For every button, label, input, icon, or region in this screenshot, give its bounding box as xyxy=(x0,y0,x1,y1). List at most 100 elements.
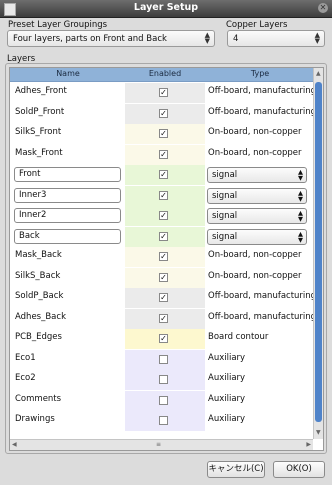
layer-type-value: signal xyxy=(212,170,238,180)
layer-type: Off-board, manufacturing xyxy=(208,311,317,322)
ok-button[interactable]: OK(O) xyxy=(273,461,325,478)
copper-layers-select[interactable]: 4 ▲ ▼ xyxy=(227,30,325,47)
preset-select[interactable]: Four layers, parts on Front and Back ▲ ▼ xyxy=(7,30,215,47)
scroll-thumb[interactable] xyxy=(315,82,322,422)
enabled-cell: ✓ xyxy=(125,267,205,288)
scroll-left-icon[interactable]: ◀ xyxy=(12,441,17,448)
layer-type-select[interactable]: signal ▲ ▼ xyxy=(207,167,307,183)
window-title: Layer Setup xyxy=(133,2,199,13)
enabled-cell: ✓ xyxy=(125,226,205,247)
enabled-cell: ✓ xyxy=(125,144,205,165)
enabled-checkbox[interactable] xyxy=(159,354,168,364)
chevron-up-down-icon: ▲ ▼ xyxy=(298,188,303,203)
table-row: Adhes_Front ✓ Off-board, manufacturing xyxy=(10,83,317,103)
layer-type: Auxiliary xyxy=(208,352,246,363)
layer-type: Auxiliary xyxy=(208,414,246,424)
table-row: SoldP_Front ✓ Off-board, manufacturing xyxy=(10,103,317,124)
enabled-cell: ✓ xyxy=(125,329,205,349)
copper-layers-value: 4 xyxy=(233,34,239,44)
chevron-up-down-icon: ▲ ▼ xyxy=(298,229,303,244)
cancel-button[interactable]: キャンセル(C) xyxy=(207,461,265,478)
enabled-cell: ✓ xyxy=(125,288,205,308)
layer-type: On-board, non-copper xyxy=(208,127,302,137)
title-bar: Layer Setup ✕ xyxy=(0,0,332,18)
enabled-cell xyxy=(125,349,205,370)
scroll-right-icon[interactable]: ▶ xyxy=(306,441,311,448)
enabled-checkbox[interactable] xyxy=(159,395,168,405)
table-row: Mask_Front ✓ On-board, non-copper xyxy=(10,144,313,165)
table-row: Eco1 Auxiliary xyxy=(10,349,313,370)
layer-name: Adhes_Front xyxy=(15,86,67,96)
table-row: Eco2 Auxiliary xyxy=(10,370,313,390)
layer-name: Eco2 xyxy=(15,373,36,383)
layer-type-select[interactable]: signal ▲ ▼ xyxy=(207,208,307,224)
enabled-checkbox[interactable]: ✓ xyxy=(159,231,168,241)
layer-name: Eco1 xyxy=(15,352,36,363)
table-row: Back ✓ signal ▲ ▼ xyxy=(10,226,313,247)
scroll-up-icon[interactable]: ▲ xyxy=(316,70,321,77)
layer-name: SoldP_Front xyxy=(15,106,65,117)
table-row: PCB_Edges ✓ Board contour xyxy=(10,329,313,349)
enabled-checkbox[interactable]: ✓ xyxy=(159,293,168,302)
enabled-cell xyxy=(125,411,205,431)
enabled-checkbox[interactable]: ✓ xyxy=(159,211,168,220)
enabled-cell: ✓ xyxy=(125,308,205,329)
layer-name-input[interactable]: Front xyxy=(14,167,121,182)
vertical-scrollbar[interactable]: ▲ ▼ xyxy=(313,68,323,439)
table-row: Inner2 ✓ signal ▲ ▼ xyxy=(10,206,313,226)
enabled-checkbox[interactable]: ✓ xyxy=(159,272,168,282)
table-row: Mask_Back ✓ On-board, non-copper xyxy=(10,247,313,267)
scroll-down-icon[interactable]: ▼ xyxy=(316,429,321,436)
copper-layers-label: Copper Layers xyxy=(226,20,288,30)
table-row: Inner3 ✓ signal ▲ ▼ xyxy=(10,185,313,206)
layer-name: SoldP_Back xyxy=(15,291,64,301)
layer-name-input[interactable]: Back xyxy=(14,228,121,244)
enabled-checkbox[interactable]: ✓ xyxy=(159,334,168,343)
layer-type: Off-board, manufacturing xyxy=(208,291,317,301)
layer-type: Board contour xyxy=(208,332,269,342)
layer-type: Off-board, manufacturing xyxy=(208,86,317,96)
enabled-checkbox[interactable]: ✓ xyxy=(159,252,168,261)
preset-value: Four layers, parts on Front and Back xyxy=(13,34,167,44)
layer-name-input[interactable]: Inner3 xyxy=(14,187,121,203)
table-row: SilkS_Back ✓ On-board, non-copper xyxy=(10,267,313,288)
enabled-checkbox[interactable]: ✓ xyxy=(159,190,168,200)
table-header: Name Enabled Type xyxy=(10,68,313,82)
enabled-cell: ✓ xyxy=(125,124,205,144)
layer-name: Mask_Front xyxy=(15,147,63,158)
enabled-checkbox[interactable]: ✓ xyxy=(159,313,168,323)
column-type-header: Type xyxy=(250,69,270,78)
preset-label: Preset Layer Groupings xyxy=(8,20,108,30)
chevron-up-down-icon: ▲ ▼ xyxy=(204,31,210,45)
table-row: Adhes_Back ✓ Off-board, manufacturing xyxy=(10,308,317,329)
layer-type: Auxiliary xyxy=(208,373,246,383)
table-row: SoldP_Back ✓ Off-board, manufacturing xyxy=(10,288,317,308)
close-icon[interactable]: ✕ xyxy=(318,3,328,13)
enabled-checkbox[interactable] xyxy=(159,416,168,425)
enabled-checkbox[interactable]: ✓ xyxy=(159,108,168,118)
chevron-up-down-icon: ▲ ▼ xyxy=(298,209,303,223)
layer-type-select[interactable]: signal ▲ ▼ xyxy=(207,228,307,245)
layer-name: Comments xyxy=(15,393,62,404)
enabled-checkbox[interactable]: ✓ xyxy=(159,129,168,138)
layer-name-input[interactable]: Inner2 xyxy=(14,208,121,223)
enabled-cell: ✓ xyxy=(125,103,205,124)
column-name-header: Name xyxy=(56,69,80,78)
enabled-cell: ✓ xyxy=(125,247,205,267)
enabled-checkbox[interactable]: ✓ xyxy=(159,170,168,179)
layer-type: Off-board, manufacturing xyxy=(208,106,317,117)
horizontal-scrollbar[interactable]: ◀ ≡ ▶ xyxy=(10,439,313,450)
enabled-cell xyxy=(125,370,205,390)
table-row: Comments Auxiliary xyxy=(10,390,313,411)
layer-name: Drawings xyxy=(15,414,55,424)
layer-type-select[interactable]: signal ▲ ▼ xyxy=(207,187,307,204)
layer-name: SilkS_Back xyxy=(15,270,61,281)
enabled-checkbox[interactable] xyxy=(159,375,168,384)
layer-name: PCB_Edges xyxy=(15,332,62,342)
enabled-cell: ✓ xyxy=(125,83,205,103)
enabled-cell: ✓ xyxy=(125,206,205,226)
layer-name: Adhes_Back xyxy=(15,311,66,322)
enabled-checkbox[interactable]: ✓ xyxy=(159,88,168,97)
enabled-checkbox[interactable]: ✓ xyxy=(159,149,168,159)
layer-type: On-board, non-copper xyxy=(208,147,302,158)
